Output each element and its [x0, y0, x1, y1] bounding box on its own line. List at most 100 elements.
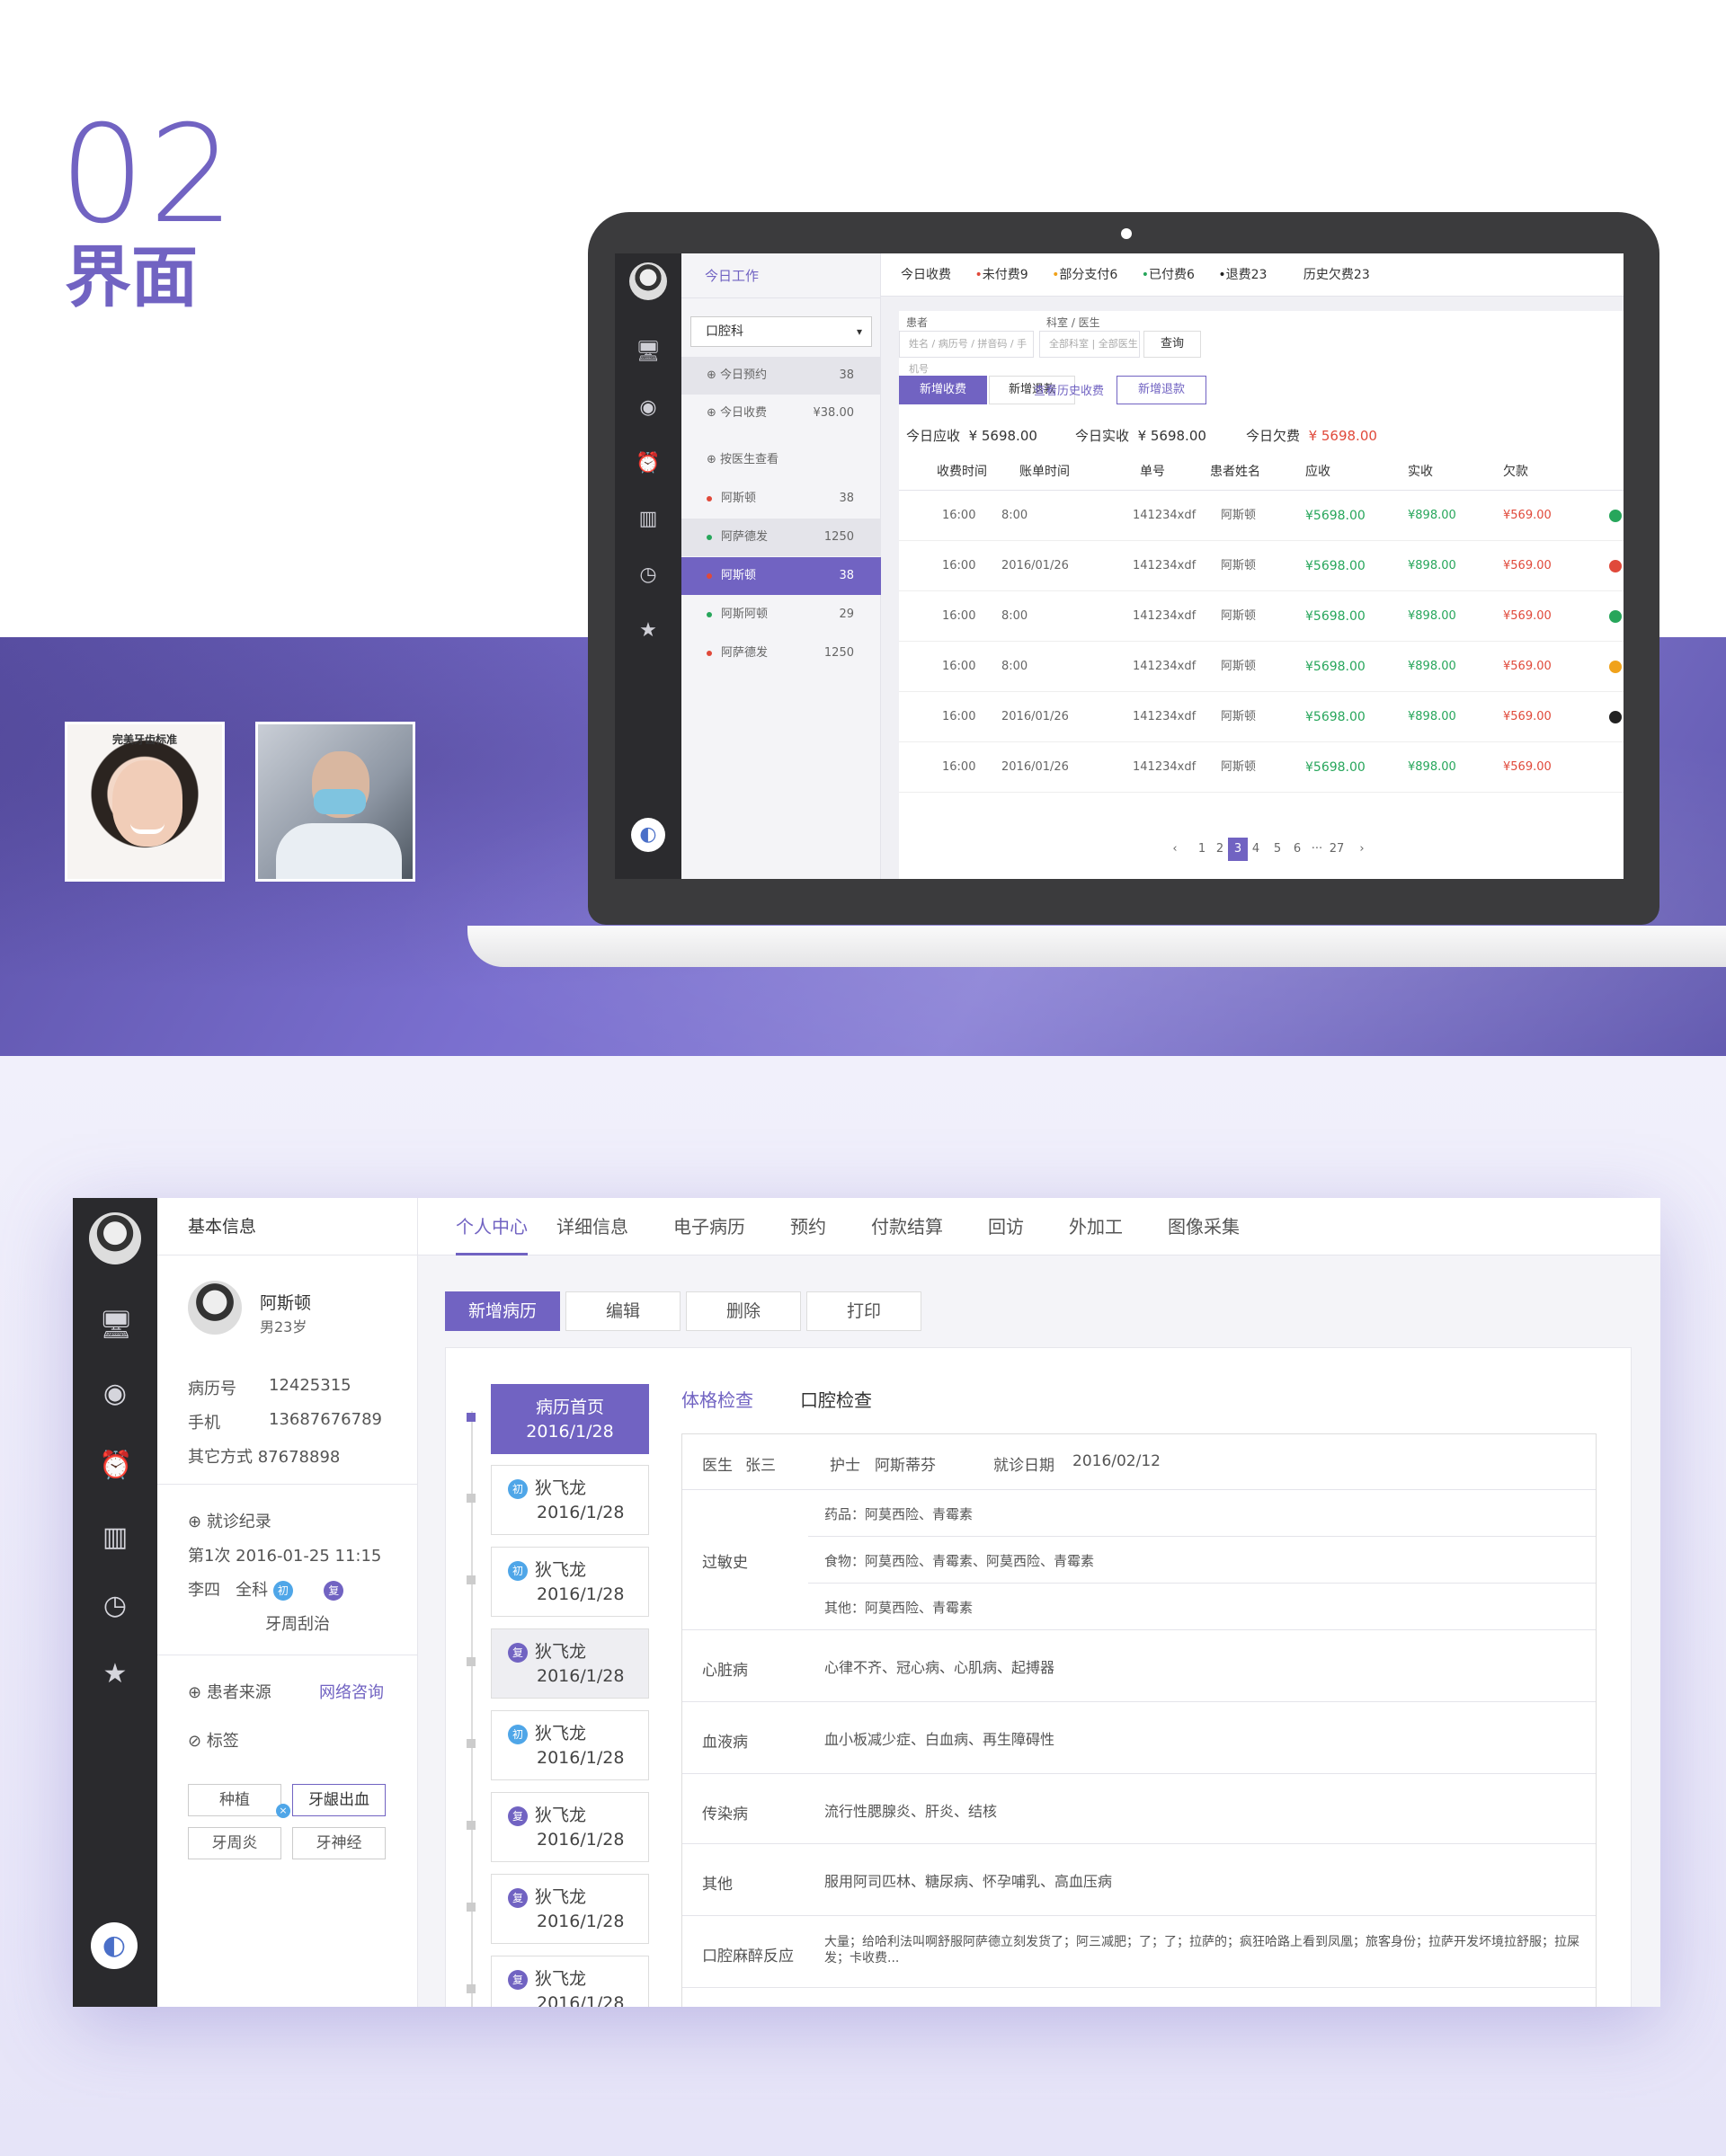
page-number[interactable]: 2 — [1210, 838, 1230, 861]
visit-record-card[interactable]: 初狄飞龙 2016/1/28 — [491, 1465, 649, 1535]
delete-button[interactable]: 删除 — [686, 1291, 801, 1331]
tab-oral-exam[interactable]: 口腔检查 — [800, 1386, 872, 1412]
star-icon[interactable]: ★ — [636, 618, 661, 643]
clock-icon[interactable]: ◷ — [99, 1590, 131, 1622]
page-number[interactable]: 1 — [1192, 838, 1212, 861]
billing-card: 患者 姓名 / 病历号 / 拼音码 / 手机号 科室 / 医生 全部科室 | 全… — [899, 311, 1624, 879]
tab-payment[interactable]: 付款结算 — [871, 1198, 943, 1255]
camera — [1121, 228, 1132, 239]
patient-name: 阿斯顿 — [260, 1293, 312, 1313]
page-number[interactable]: 3 — [1228, 838, 1248, 861]
doctor-item[interactable]: 阿萨德发 1250 — [681, 634, 881, 672]
tab-emr[interactable]: 电子病历 — [673, 1198, 745, 1255]
chart-icon[interactable]: ▥ — [636, 507, 661, 532]
tab-followup[interactable]: 回访 — [988, 1198, 1024, 1255]
tab-outsourcing[interactable]: 外加工 — [1069, 1198, 1123, 1255]
history-charges-link[interactable]: 查看历史收费 — [1034, 381, 1104, 398]
dept-doctor-select[interactable]: 全部科室 | 全部医生 — [1039, 331, 1140, 358]
user-icon[interactable]: ◉ — [636, 395, 661, 421]
timeline-marker — [467, 1413, 476, 1422]
next-page-icon[interactable]: › — [1352, 838, 1372, 861]
visit-record-card[interactable]: 初狄飞龙 2016/1/28 — [491, 1547, 649, 1617]
visit-record-card[interactable]: 复狄飞龙 2016/1/28 — [491, 1628, 649, 1699]
user-avatar[interactable] — [89, 1212, 141, 1264]
table-cell: 16:00 — [942, 660, 976, 673]
tag-item[interactable]: 牙神经 — [292, 1827, 386, 1859]
user-icon[interactable]: ◉ — [99, 1378, 131, 1410]
table-cell: 阿斯顿 — [1221, 760, 1257, 774]
tab-appointment[interactable]: 预约 — [790, 1198, 826, 1255]
chart-icon[interactable]: ▥ — [99, 1522, 131, 1554]
table-row[interactable]: 16:00 2016/01/26 141234xdf 阿斯顿 ¥5698.00 ¥898.… — [899, 541, 1624, 591]
table-row[interactable]: 16:00 8:00 141234xdf 阿斯顿 ¥5698.00 ¥898.00 ¥569… — [899, 591, 1624, 642]
alarm-icon[interactable]: ⏰ — [99, 1450, 132, 1482]
menu-today-appointments[interactable]: ⊕ 今日预约 38 — [681, 357, 881, 395]
tag-item[interactable]: 牙周炎 — [188, 1827, 281, 1859]
visit-date: 2016/1/28 — [537, 1666, 625, 1686]
tag-remove-icon[interactable]: × — [276, 1804, 290, 1818]
table-cell: ¥898.00 — [1408, 509, 1456, 522]
edit-button[interactable]: 编辑 — [565, 1291, 681, 1331]
menu-header: 今日工作 — [681, 253, 880, 298]
menu-today-charges[interactable]: ⊕ 今日收费 ¥38.00 — [681, 395, 881, 432]
visit-record-card[interactable]: 初狄飞龙 2016/1/28 — [491, 1710, 649, 1780]
new-charge-button[interactable]: 新增收费 — [899, 376, 987, 404]
doctor-item[interactable]: 阿斯阿顿 29 — [681, 596, 881, 634]
star-icon[interactable]: ★ — [99, 1658, 131, 1690]
dept-select[interactable]: 口腔科 — [690, 316, 872, 347]
clock-icon[interactable]: ◷ — [636, 563, 661, 588]
page-number[interactable]: 5 — [1268, 838, 1287, 861]
tag-item-selected[interactable]: 牙龈出血 — [292, 1784, 386, 1816]
doctor-item-active[interactable]: 阿斯顿 38 — [681, 557, 881, 595]
menu-by-doctor[interactable]: ⊕ 按医生查看 — [681, 441, 881, 479]
visit-record-card[interactable]: 复狄飞龙 2016/1/28 — [491, 1792, 649, 1862]
query-button[interactable]: 查询 — [1143, 331, 1201, 358]
tab-paid[interactable]: •已付费6 — [1142, 268, 1195, 282]
table-row[interactable]: 16:00 2016/01/26 141234xdf 阿斯顿 ¥5698.00 ¥898.… — [899, 742, 1624, 793]
record-home-card[interactable]: 病历首页 2016/1/28 — [491, 1384, 649, 1454]
doctor-item[interactable]: 阿斯顿 38 — [681, 480, 881, 518]
billing-topbar: 今日收费 •未付费9 •部分支付6 •已付费6 •退费23 历史欠费23 — [881, 253, 1624, 297]
tab-refund[interactable]: •退费23 — [1218, 268, 1267, 282]
table-cell: 阿斯顿 — [1221, 660, 1257, 673]
tab-unpaid[interactable]: •未付费9 — [974, 268, 1028, 282]
table-row[interactable]: 16:00 8:00 141234xdf 阿斯顿 ¥5698.00 ¥898.00 ¥569… — [899, 642, 1624, 692]
table-row[interactable]: 16:00 2016/01/26 141234xdf 阿斯顿 ¥5698.00 ¥898.… — [899, 692, 1624, 742]
tab-details[interactable]: 详细信息 — [556, 1198, 628, 1255]
tab-history-owed[interactable]: 历史欠费23 — [1303, 268, 1370, 282]
visit-record-card[interactable]: 复狄飞龙 2016/1/28 — [491, 1956, 649, 2007]
field-other: 其它方式 87678898 — [188, 1448, 341, 1467]
alarm-icon[interactable]: ⏰ — [636, 451, 661, 476]
new-record-button[interactable]: 新增病历 — [445, 1291, 560, 1331]
source-value[interactable]: 网络咨询 — [319, 1680, 384, 1703]
table-cell: ¥569.00 — [1503, 609, 1552, 623]
photo-smile: 完美牙齿标准 — [65, 722, 225, 882]
table-row[interactable]: 16:00 8:00 141234xdf 阿斯顿 ¥5698.00 ¥898.00 ¥569… — [899, 491, 1624, 541]
logo-icon[interactable]: ◐ — [91, 1922, 138, 1969]
page-number[interactable]: 4 — [1246, 838, 1266, 861]
tag-item[interactable]: 种植 — [188, 1784, 281, 1816]
table-cell: 2016/01/26 — [1001, 559, 1069, 572]
user-avatar[interactable] — [629, 262, 667, 300]
monitor-icon[interactable]: 🖥 — [99, 1309, 133, 1342]
monitor-icon[interactable]: 🖥 — [636, 340, 661, 365]
tab-partial[interactable]: •部分支付6 — [1052, 268, 1117, 282]
new-refund-outline-button[interactable]: 新增退款 — [1117, 376, 1206, 404]
page-number[interactable]: ··· — [1307, 838, 1327, 861]
table-cell: 141234xdf — [1133, 710, 1197, 723]
visit-record-card[interactable]: 复狄飞龙 2016/1/28 — [491, 1874, 649, 1944]
tab-today-charges[interactable]: 今日收费 — [901, 268, 951, 282]
tab-personal-center[interactable]: 个人中心 — [456, 1198, 528, 1255]
tab-physical-exam[interactable]: 体格检查 — [681, 1386, 753, 1412]
logo-icon[interactable]: ◐ — [631, 818, 665, 852]
print-button[interactable]: 打印 — [806, 1291, 921, 1331]
table-cell: ¥569.00 — [1503, 660, 1552, 673]
page-number[interactable]: 6 — [1287, 838, 1307, 861]
tab-imaging[interactable]: 图像采集 — [1168, 1198, 1240, 1255]
tags-label: ⊘ 标签 — [188, 1732, 239, 1751]
page-number[interactable]: 27 — [1327, 838, 1347, 861]
patient-search-input[interactable]: 姓名 / 病历号 / 拼音码 / 手机号 — [899, 331, 1034, 375]
prev-page-icon[interactable]: ‹ — [1165, 838, 1185, 861]
table-cell: 8:00 — [1001, 509, 1028, 522]
doctor-item[interactable]: 阿萨德发 1250 — [681, 519, 881, 556]
